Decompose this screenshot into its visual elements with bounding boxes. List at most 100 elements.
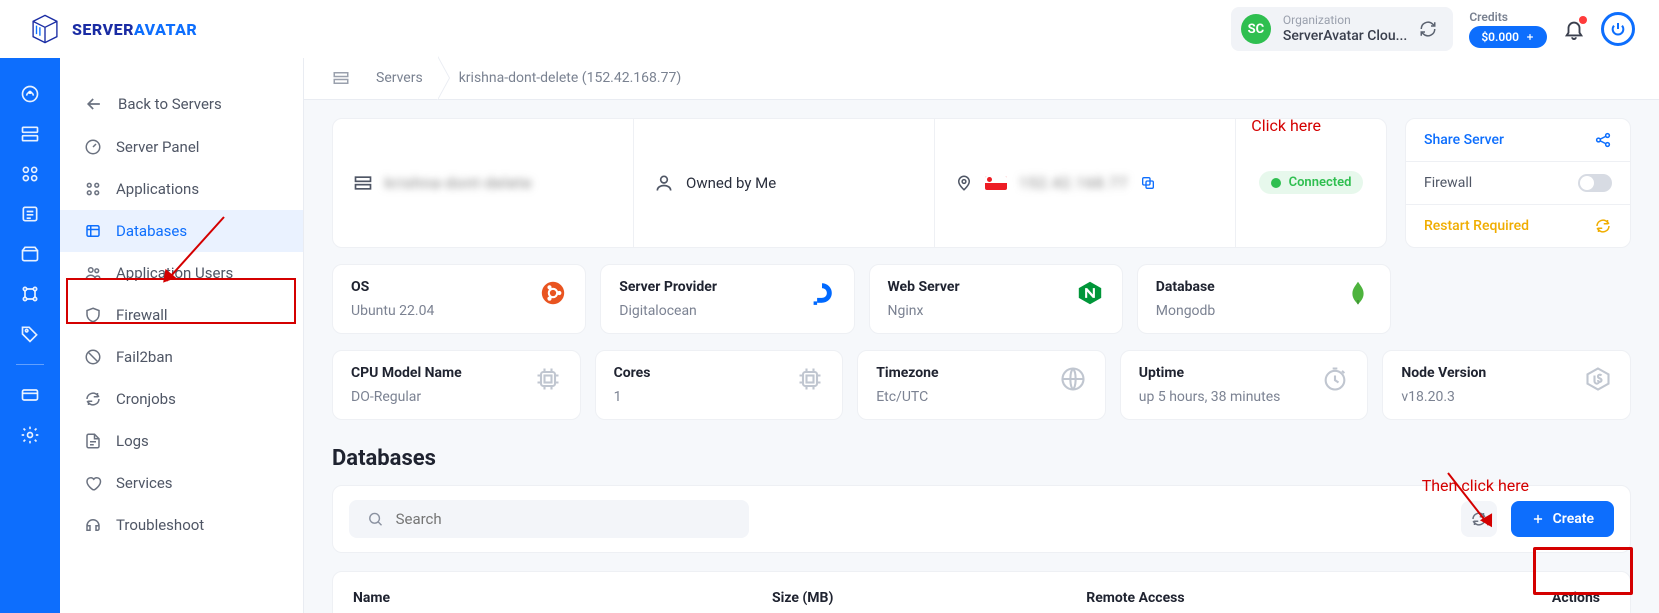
sidebar-troubleshoot[interactable]: Troubleshoot <box>60 504 303 546</box>
sidebar-item-label: Cronjobs <box>116 390 176 408</box>
sidebar-applications[interactable]: Applications <box>60 168 303 210</box>
digitalocean-icon <box>808 279 836 307</box>
th-remote: Remote Access <box>1086 590 1400 606</box>
sidebar-logs[interactable]: Logs <box>60 420 303 462</box>
rail-settings[interactable] <box>12 417 48 453</box>
sidebar-server-panel[interactable]: Server Panel <box>60 126 303 168</box>
sidebar-databases[interactable]: Databases <box>60 210 303 252</box>
org-avatar: SC <box>1241 14 1271 44</box>
server-name-blur: krishna-dont-delete <box>385 174 532 192</box>
power-button[interactable] <box>1601 12 1635 46</box>
stat-label: OS <box>351 279 434 295</box>
org-label: Organization <box>1283 13 1407 27</box>
chip-icon <box>534 365 562 393</box>
rail-dashboard[interactable] <box>12 76 48 112</box>
sidebar-item-label: Troubleshoot <box>116 516 204 534</box>
databases-table-head: Name Size (MB) Remote Access Actions <box>332 571 1631 613</box>
credits-pill[interactable]: $0.000 <box>1469 26 1547 48</box>
credits-label: Credits <box>1469 10 1547 24</box>
ban-icon <box>84 348 102 366</box>
status-dot-icon <box>1271 178 1281 188</box>
main: Servers krishna-dont-delete (152.42.168.… <box>304 58 1659 613</box>
sidebar-cronjobs[interactable]: Cronjobs <box>60 378 303 420</box>
refresh-warn-icon <box>1594 217 1612 235</box>
stat-label: Cores <box>614 365 651 381</box>
server-name-cell: krishna-dont-delete <box>333 119 634 247</box>
stat-value: Etc/UTC <box>876 389 938 405</box>
rail-list[interactable] <box>12 196 48 232</box>
organization-switcher[interactable]: SC Organization ServerAvatar Clou... <box>1231 7 1453 50</box>
brand-logo[interactable]: SERVERAVATAR <box>28 12 197 46</box>
stat-label: Node Version <box>1401 365 1486 381</box>
firewall-toggle[interactable] <box>1578 174 1612 192</box>
sidebar-application-users[interactable]: Application Users <box>60 252 303 294</box>
notifications-button[interactable] <box>1563 18 1585 40</box>
server-actions-panel: Share Server Firewall Restart Required <box>1405 118 1631 248</box>
databases-toolbar: Create <box>332 485 1631 553</box>
create-button[interactable]: Create <box>1511 501 1614 537</box>
breadcrumb-servers[interactable]: Servers <box>358 70 441 86</box>
breadcrumb: Servers krishna-dont-delete (152.42.168.… <box>304 58 1659 100</box>
notification-dot <box>1579 16 1587 24</box>
rail-billing[interactable] <box>12 377 48 413</box>
nodejs-icon <box>1584 365 1612 393</box>
search-input[interactable] <box>396 510 731 528</box>
status-cell: Connected <box>1236 119 1386 247</box>
plus-icon <box>1531 512 1545 526</box>
stat-value: 1 <box>614 389 651 405</box>
sidebar-services[interactable]: Services <box>60 462 303 504</box>
stat-os: OSUbuntu 22.04 <box>332 264 586 334</box>
rail-separator <box>16 364 44 365</box>
plus-icon <box>1525 32 1535 42</box>
stat-value: Mongodb <box>1156 303 1216 319</box>
th-name: Name <box>353 590 772 606</box>
breadcrumb-home-icon[interactable] <box>332 69 358 87</box>
rail-tags[interactable] <box>12 316 48 352</box>
share-server-row[interactable]: Share Server <box>1406 119 1630 162</box>
sidebar: Back to Servers Server Panel Application… <box>60 58 304 613</box>
refresh-button[interactable] <box>1461 501 1497 537</box>
mongodb-icon <box>1344 279 1372 307</box>
refresh-icon <box>1470 510 1488 528</box>
sidebar-item-label: Fail2ban <box>116 348 173 366</box>
rail-apps[interactable] <box>12 156 48 192</box>
create-label: Create <box>1553 511 1594 527</box>
refresh-icon[interactable] <box>1419 20 1437 38</box>
stat-label: Uptime <box>1139 365 1281 381</box>
restart-label: Restart Required <box>1424 218 1529 234</box>
restart-required-row[interactable]: Restart Required <box>1406 205 1630 247</box>
back-to-servers[interactable]: Back to Servers <box>60 82 303 126</box>
flag-icon <box>985 176 1007 190</box>
firewall-toggle-row[interactable]: Firewall <box>1406 162 1630 205</box>
search-box[interactable] <box>349 500 749 538</box>
file-icon <box>84 432 102 450</box>
nav-rail <box>0 58 60 613</box>
stat-value: Nginx <box>888 303 960 319</box>
copy-icon[interactable] <box>1140 175 1156 191</box>
rail-network[interactable] <box>12 276 48 312</box>
ubuntu-icon <box>539 279 567 307</box>
th-actions: Actions <box>1401 590 1611 606</box>
th-size: Size (MB) <box>772 590 1086 606</box>
location-cell: 152.42.168.77 <box>935 119 1236 247</box>
topbar: SERVERAVATAR SC Organization ServerAvata… <box>0 0 1659 58</box>
rail-storage[interactable] <box>12 236 48 272</box>
stat-provider: Server ProviderDigitalocean <box>600 264 854 334</box>
arrow-left-icon <box>84 94 104 114</box>
gauge-icon <box>84 138 102 156</box>
sidebar-item-label: Databases <box>116 222 187 240</box>
back-label: Back to Servers <box>118 95 222 113</box>
stat-value: up 5 hours, 38 minutes <box>1139 389 1281 405</box>
stat-label: Server Provider <box>619 279 717 295</box>
server-icon <box>353 173 373 193</box>
sidebar-item-label: Applications <box>116 180 199 198</box>
sidebar-firewall[interactable]: Firewall <box>60 294 303 336</box>
sidebar-fail2ban[interactable]: Fail2ban <box>60 336 303 378</box>
rail-servers[interactable] <box>12 116 48 152</box>
apps-icon <box>84 180 102 198</box>
credits-box[interactable]: Credits $0.000 <box>1469 10 1547 49</box>
stat-value: v18.20.3 <box>1401 389 1486 405</box>
sidebar-item-label: Server Panel <box>116 138 199 156</box>
breadcrumb-current: krishna-dont-delete (152.42.168.77) <box>441 70 700 86</box>
status-pill: Connected <box>1259 171 1364 194</box>
